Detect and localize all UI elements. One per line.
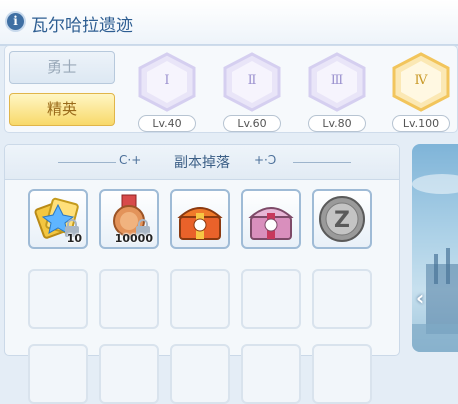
empty-drop-slot: [99, 344, 159, 404]
drop-slot[interactable]: Z: [312, 189, 372, 249]
level-label: Lv.80: [308, 115, 366, 132]
level-label: Lv.60: [223, 115, 281, 132]
level-numeral: Ⅲ: [330, 73, 344, 88]
brave-difficulty-button[interactable]: 勇士: [9, 51, 115, 84]
svg-text:Z: Z: [334, 208, 350, 233]
empty-drop-slot: [241, 269, 301, 329]
level-tier-2[interactable]: Ⅱ Lv.60: [217, 52, 287, 136]
moon-ornament-icon: +·Ɔ: [254, 153, 277, 167]
red-treasure-chest-icon: [177, 207, 223, 240]
level-label: Lv.40: [138, 115, 196, 132]
level-tier-3[interactable]: Ⅲ Lv.80: [302, 52, 372, 136]
info-icon[interactable]: i: [7, 13, 24, 30]
chevron-left-icon[interactable]: ‹: [416, 286, 424, 310]
zeny-coin-icon: Z: [319, 196, 365, 242]
dungeon-scene-preview: [412, 144, 458, 352]
header-divider: [293, 162, 351, 163]
drop-slot[interactable]: 10: [28, 189, 88, 249]
ruins-scene-image: [412, 174, 458, 352]
drop-slot[interactable]: [170, 189, 230, 249]
level-numeral: Ⅱ: [247, 73, 257, 88]
empty-drop-slot: [28, 269, 88, 329]
level-tier-1[interactable]: Ⅰ Lv.40: [132, 52, 202, 136]
empty-drop-slot: [28, 344, 88, 404]
drop-slot[interactable]: 10000: [99, 189, 159, 249]
empty-drop-slot: [312, 344, 372, 404]
drop-slot[interactable]: [241, 189, 301, 249]
level-tier-4[interactable]: Ⅳ Lv.100: [386, 52, 456, 136]
elite-difficulty-button[interactable]: 精英: [9, 93, 115, 126]
level-numeral: Ⅳ: [414, 73, 428, 88]
page-title: 瓦尔哈拉遗迹: [31, 16, 133, 36]
empty-drop-slot: [170, 344, 230, 404]
empty-drop-slot: [170, 269, 230, 329]
empty-drop-slot: [99, 269, 159, 329]
level-label: Lv.100: [392, 115, 450, 132]
level-numeral: Ⅰ: [164, 73, 170, 88]
item-quantity: 10: [66, 232, 82, 245]
empty-drop-slot: [241, 344, 301, 404]
pink-treasure-chest-icon: [248, 207, 294, 240]
item-quantity: 10000: [114, 232, 153, 245]
empty-drop-slot: [312, 269, 372, 329]
